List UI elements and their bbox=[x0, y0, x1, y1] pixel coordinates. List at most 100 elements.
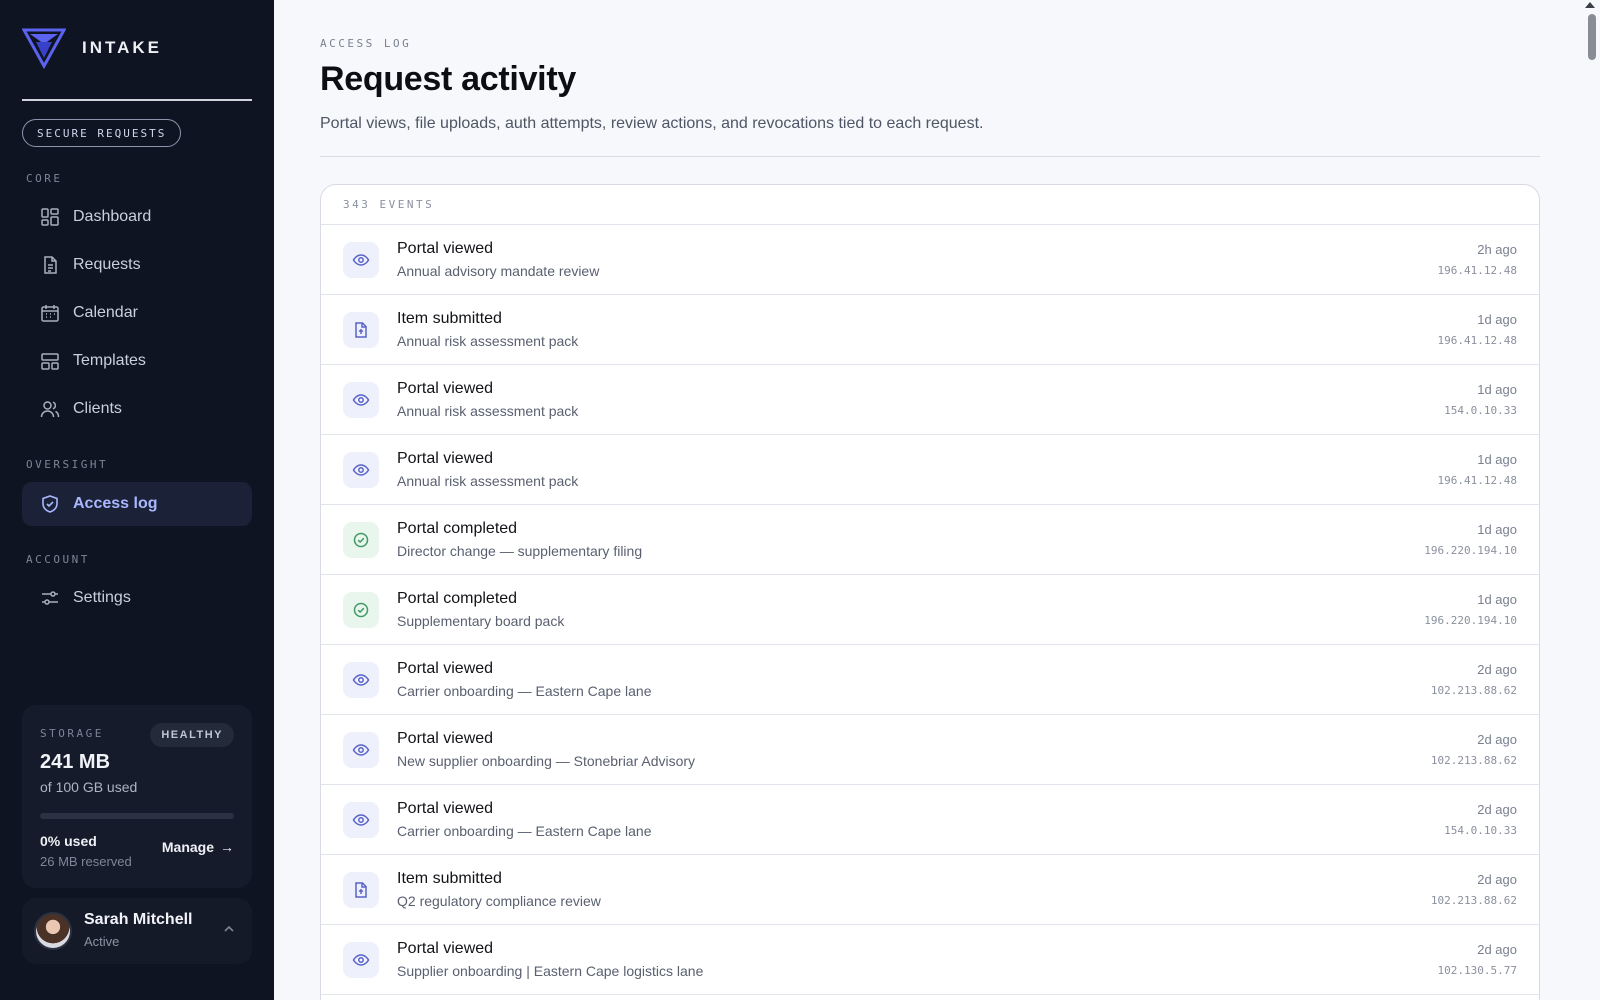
file-upload-icon bbox=[343, 872, 379, 908]
main-content: ACCESS LOG Request activity Portal views… bbox=[274, 0, 1600, 1000]
event-ip: 102.213.88.62 bbox=[1430, 684, 1517, 697]
event-row[interactable]: Portal viewed New supplier onboarding — S… bbox=[321, 715, 1539, 785]
chevron-up-icon bbox=[224, 925, 234, 932]
events-card: 343 EVENTS Portal viewed Annual advisory … bbox=[320, 184, 1540, 1000]
event-row[interactable]: Portal viewed Annual risk assessment pack… bbox=[321, 365, 1539, 435]
event-title: Portal viewed bbox=[397, 660, 494, 677]
dashboard-icon bbox=[40, 207, 60, 227]
brand-name: INTAKE bbox=[82, 38, 163, 57]
brand-divider bbox=[22, 99, 252, 101]
avatar bbox=[34, 912, 72, 950]
sidebar-item-label: Access log bbox=[73, 495, 158, 512]
check-circle-icon bbox=[343, 522, 379, 558]
storage-label: STORAGE bbox=[40, 727, 104, 740]
sidebar-item-templates[interactable]: Templates bbox=[22, 339, 252, 383]
event-row[interactable]: Portal completed Supplementary board pack… bbox=[321, 575, 1539, 645]
storage-percent: 0% used bbox=[40, 833, 97, 849]
storage-status-badge: HEALTHY bbox=[150, 723, 234, 747]
event-ip: 102.213.88.62 bbox=[1430, 894, 1517, 907]
event-time: 2d ago bbox=[1477, 872, 1517, 887]
events-list: Portal viewed Annual advisory mandate rev… bbox=[321, 225, 1539, 995]
event-request: Director change — supplementary filing bbox=[397, 543, 643, 559]
eye-icon bbox=[343, 452, 379, 488]
sidebar-item-calendar[interactable]: Calendar bbox=[22, 291, 252, 335]
event-time: 2d ago bbox=[1477, 802, 1517, 817]
sidebar-item-dashboard[interactable]: Dashboard bbox=[22, 195, 252, 239]
user-status: Active bbox=[84, 934, 120, 949]
sidebar: INTAKE SECURE REQUESTS CORE Dashboard Re… bbox=[0, 0, 274, 1000]
event-request: Supplementary board pack bbox=[397, 613, 565, 629]
sidebar-item-label: Dashboard bbox=[73, 208, 152, 225]
arrow-right-icon: → bbox=[220, 839, 234, 855]
manage-storage-button[interactable]: Manage → bbox=[162, 839, 234, 855]
page-subtitle: Portal views, file uploads, auth attempt… bbox=[320, 115, 984, 132]
event-title: Portal viewed bbox=[397, 380, 494, 397]
users-icon bbox=[40, 399, 60, 419]
event-row[interactable]: Portal viewed Annual risk assessment pack… bbox=[321, 435, 1539, 505]
calendar-icon bbox=[40, 303, 60, 323]
event-row[interactable]: Portal viewed Annual advisory mandate rev… bbox=[321, 225, 1539, 295]
scroll-thumb[interactable] bbox=[1588, 14, 1596, 60]
sidebar-item-label: Clients bbox=[73, 400, 122, 417]
page-eyebrow: ACCESS LOG bbox=[320, 37, 412, 50]
storage-card: STORAGE HEALTHY 241 MB of 100 GB used 0%… bbox=[22, 705, 252, 888]
event-title: Item submitted bbox=[397, 870, 502, 887]
eye-icon bbox=[343, 662, 379, 698]
event-time: 2d ago bbox=[1477, 942, 1517, 957]
scrollbar[interactable] bbox=[1580, 0, 1600, 1000]
document-icon bbox=[40, 255, 60, 275]
event-row[interactable]: Portal completed Director change — supple… bbox=[321, 505, 1539, 575]
sidebar-item-label: Templates bbox=[73, 352, 146, 369]
sidebar-item-clients[interactable]: Clients bbox=[22, 387, 252, 431]
shield-check-icon bbox=[40, 494, 60, 514]
event-row[interactable]: Portal viewed Supplier onboarding | Easte… bbox=[321, 925, 1539, 995]
storage-progress-bar bbox=[40, 813, 234, 819]
event-row[interactable]: Item submitted Q2 regulatory compliance r… bbox=[321, 855, 1539, 925]
event-title: Item submitted bbox=[397, 310, 502, 327]
event-ip: 196.220.194.10 bbox=[1424, 544, 1517, 557]
storage-total: of 100 GB used bbox=[40, 779, 138, 795]
event-request: Annual risk assessment pack bbox=[397, 403, 579, 419]
page-title: Request activity bbox=[320, 60, 576, 98]
event-time: 2h ago bbox=[1477, 242, 1517, 257]
event-request: Annual risk assessment pack bbox=[397, 333, 579, 349]
eye-icon bbox=[343, 802, 379, 838]
event-ip: 196.41.12.48 bbox=[1437, 264, 1517, 277]
event-request: Supplier onboarding | Eastern Cape logis… bbox=[397, 963, 704, 979]
eye-icon bbox=[343, 942, 379, 978]
sidebar-item-label: Settings bbox=[73, 589, 131, 606]
sidebar-item-label: Calendar bbox=[73, 304, 138, 321]
event-time: 1d ago bbox=[1477, 522, 1517, 537]
event-row[interactable]: Portal viewed Carrier onboarding — Easter… bbox=[321, 645, 1539, 715]
event-request: Carrier onboarding — Eastern Cape lane bbox=[397, 683, 652, 699]
event-time: 1d ago bbox=[1477, 312, 1517, 327]
event-row[interactable]: Portal viewed Carrier onboarding — Easter… bbox=[321, 785, 1539, 855]
event-title: Portal completed bbox=[397, 520, 518, 537]
sidebar-item-access-log[interactable]: Access log bbox=[22, 482, 252, 526]
event-time: 2d ago bbox=[1477, 662, 1517, 677]
event-request: Carrier onboarding — Eastern Cape lane bbox=[397, 823, 652, 839]
header-divider bbox=[320, 156, 1540, 157]
section-label-core: CORE bbox=[26, 172, 63, 185]
sliders-icon bbox=[40, 588, 60, 608]
sidebar-item-settings[interactable]: Settings bbox=[22, 576, 252, 620]
brand[interactable]: INTAKE bbox=[22, 26, 162, 70]
secure-requests-badge: SECURE REQUESTS bbox=[22, 119, 182, 147]
event-ip: 154.0.10.33 bbox=[1444, 404, 1517, 417]
file-upload-icon bbox=[343, 312, 379, 348]
event-time: 1d ago bbox=[1477, 592, 1517, 607]
event-row[interactable]: Item submitted Annual risk assessment pac… bbox=[321, 295, 1539, 365]
sidebar-item-label: Requests bbox=[73, 256, 141, 273]
event-ip: 102.213.88.62 bbox=[1430, 754, 1517, 767]
event-title: Portal viewed bbox=[397, 800, 494, 817]
eye-icon bbox=[343, 382, 379, 418]
event-ip: 196.41.12.48 bbox=[1437, 474, 1517, 487]
event-request: Q2 regulatory compliance review bbox=[397, 893, 601, 909]
user-menu[interactable]: Sarah Mitchell Active bbox=[22, 898, 252, 964]
sidebar-item-requests[interactable]: Requests bbox=[22, 243, 252, 287]
event-request: New supplier onboarding — Stonebriar Adv… bbox=[397, 753, 696, 769]
scroll-up-arrow-icon[interactable] bbox=[1585, 2, 1595, 8]
event-title: Portal viewed bbox=[397, 940, 494, 957]
events-count: 343 EVENTS bbox=[321, 185, 1539, 225]
event-time: 1d ago bbox=[1477, 452, 1517, 467]
